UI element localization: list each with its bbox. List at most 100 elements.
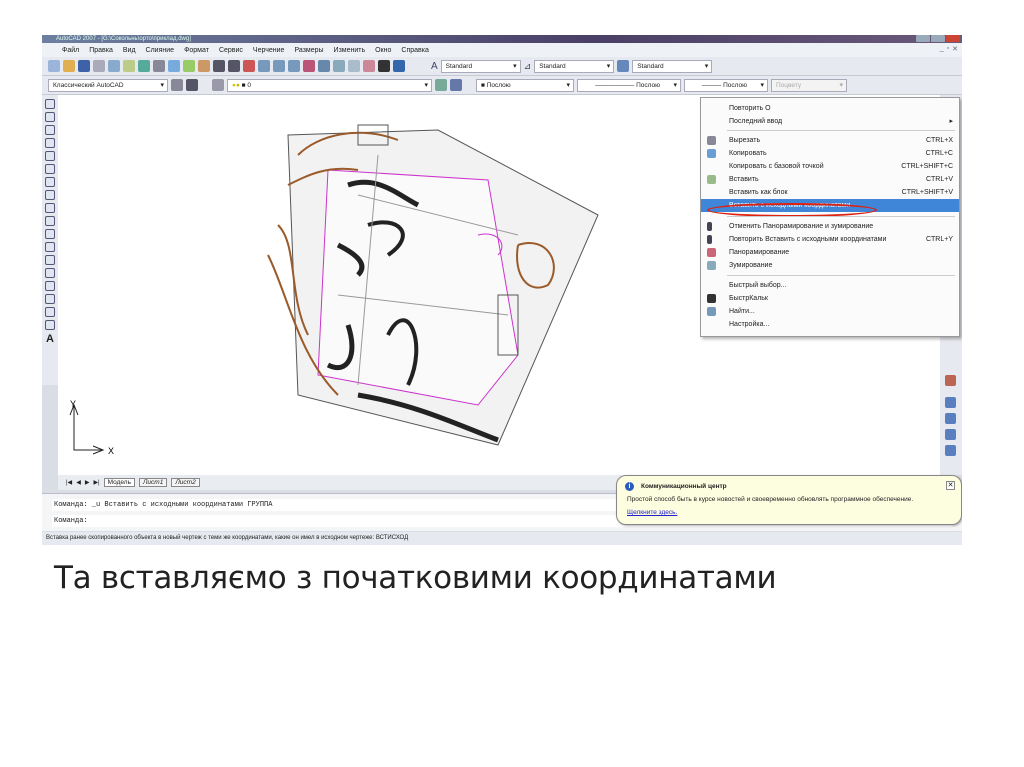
tab-model[interactable]: Модель <box>103 478 135 487</box>
menu-draw[interactable]: Черчение <box>253 47 285 54</box>
doc-minimize-icon[interactable]: _ <box>940 45 944 53</box>
redo-icon[interactable] <box>228 60 240 72</box>
tool-icon-2[interactable] <box>945 397 956 408</box>
lineweight-select[interactable]: ——— Послою <box>684 78 768 92</box>
ellipse-icon[interactable] <box>45 216 55 226</box>
menu-item-find[interactable]: Найти... <box>701 305 959 318</box>
cut-icon[interactable] <box>153 60 165 72</box>
layer-previous-icon[interactable] <box>450 79 462 91</box>
balloon-close-button[interactable]: ✕ <box>946 481 955 490</box>
paste-icon[interactable] <box>183 60 195 72</box>
color-select[interactable]: ■ Послою <box>476 78 574 92</box>
menu-window[interactable]: Окно <box>375 47 391 54</box>
undo-icon[interactable] <box>213 60 225 72</box>
region-icon[interactable] <box>45 307 55 317</box>
zoom-realtime-icon[interactable] <box>258 60 270 72</box>
menu-item-copy[interactable]: Копировать CTRL+C <box>701 147 959 160</box>
preview-icon[interactable] <box>108 60 120 72</box>
save-icon[interactable] <box>78 60 90 72</box>
menu-format[interactable]: Формат <box>184 47 209 54</box>
menu-item-paste[interactable]: Вставить CTRL+V <box>701 173 959 186</box>
ellipse-arc-icon[interactable] <box>45 229 55 239</box>
zoom-window-icon[interactable] <box>273 60 285 72</box>
menu-view[interactable]: Вид <box>123 47 136 54</box>
web-icon[interactable] <box>138 60 150 72</box>
tab-sheet1[interactable]: Лист1 <box>138 478 168 487</box>
maximize-button[interactable] <box>931 35 945 42</box>
zoom-previous-icon[interactable] <box>288 60 300 72</box>
text-style-select[interactable]: Standard <box>440 59 521 73</box>
menu-item-pan[interactable]: Панорамирование <box>701 246 959 259</box>
tool-icon-4[interactable] <box>945 429 956 440</box>
last-tab-icon[interactable]: ▶| <box>93 479 99 486</box>
menu-item-paste-block[interactable]: Вставить как блок CTRL+SHIFT+V <box>701 186 959 199</box>
next-tab-icon[interactable]: ▶ <box>85 479 90 486</box>
prev-tab-icon[interactable]: ◀ <box>76 479 81 486</box>
menu-merge[interactable]: Слияние <box>146 47 175 54</box>
circle-icon[interactable] <box>45 177 55 187</box>
dim-style-select[interactable]: Standard <box>534 59 615 73</box>
rectangle-icon[interactable] <box>45 151 55 161</box>
polygon-icon[interactable] <box>45 138 55 148</box>
copy-icon[interactable] <box>168 60 180 72</box>
minimize-button[interactable] <box>916 35 930 42</box>
layer-select[interactable]: ● ● ■ 0 <box>227 78 432 92</box>
menu-item-zoom[interactable]: Зумирование <box>701 259 959 272</box>
menu-item-redo[interactable]: Повторить Вставить с исходными координат… <box>701 233 959 246</box>
properties-icon[interactable] <box>303 60 315 72</box>
arc-icon[interactable] <box>45 164 55 174</box>
workspace-settings-icon[interactable] <box>171 79 183 91</box>
doc-restore-icon[interactable]: ▫ <box>947 45 949 53</box>
print-icon[interactable] <box>93 60 105 72</box>
menu-item-options[interactable]: Настройка... <box>701 318 959 331</box>
menu-edit[interactable]: Правка <box>89 47 113 54</box>
match-properties-icon[interactable] <box>198 60 210 72</box>
table-icon[interactable] <box>45 320 55 330</box>
balloon-link[interactable]: Щелкните здесь. <box>627 509 677 516</box>
menu-item-cut[interactable]: Вырезать CTRL+X <box>701 134 959 147</box>
construction-line-icon[interactable] <box>45 112 55 122</box>
tool-icon-5[interactable] <box>945 445 956 456</box>
sheet-set-icon[interactable] <box>348 60 360 72</box>
design-center-icon[interactable] <box>318 60 330 72</box>
make-block-icon[interactable] <box>45 255 55 265</box>
calculator-icon[interactable] <box>378 60 390 72</box>
first-tab-icon[interactable]: |◀ <box>66 479 72 486</box>
pan-icon[interactable] <box>243 60 255 72</box>
menu-item-recent-input[interactable]: Последний ввод ▸ <box>701 115 959 128</box>
menu-item-undo[interactable]: Отменить Панорамирование и зумирование <box>701 220 959 233</box>
line-icon[interactable] <box>45 99 55 109</box>
menu-file[interactable]: Файл <box>62 47 79 54</box>
new-icon[interactable] <box>48 60 60 72</box>
spline-icon[interactable] <box>45 203 55 213</box>
revision-cloud-icon[interactable] <box>45 190 55 200</box>
menu-item-quick-select[interactable]: Быстрый выбор... <box>701 279 959 292</box>
hatch-icon[interactable] <box>45 281 55 291</box>
markup-icon[interactable] <box>363 60 375 72</box>
layer-manager-icon[interactable] <box>212 79 224 91</box>
menu-item-quickcalc[interactable]: БыстрКальк <box>701 292 959 305</box>
make-current-layer-icon[interactable] <box>435 79 447 91</box>
menu-tools[interactable]: Сервис <box>219 47 243 54</box>
doc-close-icon[interactable]: ✕ <box>952 45 958 53</box>
table-style-select[interactable]: Standard <box>632 59 713 73</box>
multiline-text-icon[interactable]: A <box>46 333 54 345</box>
insert-block-icon[interactable] <box>45 242 55 252</box>
tool-icon-3[interactable] <box>945 413 956 424</box>
workspace-save-icon[interactable] <box>186 79 198 91</box>
tab-sheet2[interactable]: Лист2 <box>171 478 200 487</box>
open-icon[interactable] <box>63 60 75 72</box>
gradient-icon[interactable] <box>45 294 55 304</box>
tool-icon-1[interactable] <box>945 375 956 386</box>
close-button[interactable] <box>946 35 960 42</box>
menu-dimension[interactable]: Размеры <box>294 47 323 54</box>
point-icon[interactable] <box>45 268 55 278</box>
workspace-select[interactable]: Классический AutoCAD <box>48 78 168 92</box>
menu-help[interactable]: Справка <box>401 47 428 54</box>
publish-icon[interactable] <box>123 60 135 72</box>
menu-item-repeat[interactable]: Повторить О <box>701 102 959 115</box>
help-icon[interactable] <box>393 60 405 72</box>
tool-palettes-icon[interactable] <box>333 60 345 72</box>
polyline-icon[interactable] <box>45 125 55 135</box>
menu-modify[interactable]: Изменить <box>334 47 366 54</box>
